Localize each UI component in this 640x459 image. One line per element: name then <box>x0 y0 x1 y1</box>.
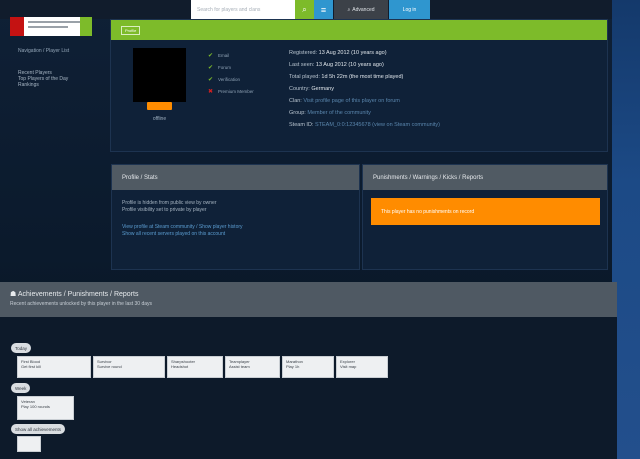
block-text: Profile is hidden from public view by ow… <box>122 200 217 206</box>
search-icon: ⌕ <box>302 4 307 14</box>
achievement-desc: Headshot <box>171 364 189 369</box>
achievement-desc: Play 1h <box>286 364 300 369</box>
block-header: Profile / Stats <box>112 165 359 190</box>
status-label: Email <box>218 52 230 58</box>
achievement-card[interactable]: Marathon Play 1h <box>282 356 334 378</box>
filter-pill-week[interactable]: Week <box>11 383 31 393</box>
check-icon: ✔ <box>208 76 214 83</box>
info-link[interactable]: STEAM_0:0:12345678 (view on Steam commun… <box>315 122 440 128</box>
info-label: Total played: <box>289 74 320 80</box>
status-item: ✔ Forum <box>208 61 278 73</box>
achievement-desc: Survive round <box>97 364 122 369</box>
sidebar-item[interactable]: Rankings <box>18 82 108 88</box>
check-icon: ✔ <box>208 64 214 71</box>
login-label: Log in <box>402 6 417 13</box>
sidebar: Navigation / Player List Recent Players … <box>18 48 108 88</box>
achievement-card[interactable]: Explorer Visit map <box>336 356 388 378</box>
info-row: Country: Germany <box>289 86 599 98</box>
info-row: Total played: 1d 5h 22m (the most time p… <box>289 74 599 86</box>
advanced-label: Advanced <box>352 6 375 13</box>
search-input[interactable] <box>191 0 295 19</box>
trophy-icon: ☗ <box>10 291 18 298</box>
status-item: ✔ Email <box>208 49 278 61</box>
profile-info-list: Registered: 13 Aug 2012 (10 years ago) L… <box>289 50 599 134</box>
profile-panel: Profile offline ✔ Email ✔ Forum ✔ Verifi… <box>110 19 608 152</box>
no-punishments-notice: This player has no punishments on record <box>371 198 600 225</box>
rank-badge <box>147 102 172 110</box>
advanced-search-button[interactable]: ⌕ Advanced <box>334 0 388 19</box>
info-label: Registered: <box>289 50 318 56</box>
achievement-card[interactable]: Teamplayer Assist team <box>225 356 280 378</box>
menu-button[interactable]: ≡ <box>314 0 333 19</box>
info-label: Group: <box>289 110 306 116</box>
achievement-desc: Visit map <box>340 364 357 369</box>
filter-pill-today[interactable]: Today <box>11 343 32 353</box>
info-label: Steam ID: <box>289 122 314 128</box>
achievements-section-body <box>0 317 617 459</box>
profile-stats-block: Profile / Stats Profile is hidden from p… <box>111 164 360 270</box>
search-icon: ⌕ <box>347 6 351 13</box>
profile-header-bar: Profile <box>111 20 607 40</box>
cross-icon: ✖ <box>208 88 214 95</box>
info-label: Clan: <box>289 98 302 104</box>
logo-line <box>28 21 86 23</box>
status-label: Forum <box>218 64 232 70</box>
info-value: Germany <box>311 86 334 92</box>
info-row: Steam ID: STEAM_0:0:12345678 (view on St… <box>289 122 599 134</box>
block-text: Profile visibility set to private by pla… <box>122 207 207 213</box>
search-button[interactable]: ⌕ <box>295 0 314 19</box>
status-item: ✖ Premium Member <box>208 85 278 97</box>
achievement-desc: Get first kill <box>21 364 41 369</box>
info-label: Country: <box>289 86 310 92</box>
achievement-desc: Assist team <box>229 364 250 369</box>
info-link[interactable]: Member of the community <box>307 110 371 116</box>
show-all-pill[interactable]: Show all achievements <box>11 424 66 434</box>
info-value: 13 Aug 2012 (10 years ago) <box>315 62 384 68</box>
site-logo[interactable] <box>10 17 90 36</box>
status-item: ✔ Verification <box>208 73 278 85</box>
section-title-text: Achievements / Punishments / Reports <box>17 291 139 298</box>
profile-tag: Profile <box>121 26 141 35</box>
block-link[interactable]: Show all recent servers played on this a… <box>122 231 349 238</box>
achievement-card[interactable]: Veteran Play 100 rounds <box>17 396 74 420</box>
achievement-card[interactable]: First Blood Get first kill <box>17 356 91 378</box>
achievement-card-small[interactable] <box>17 436 41 452</box>
info-value: 13 Aug 2012 (10 years ago) <box>318 50 387 56</box>
login-button[interactable]: Log in <box>389 0 430 19</box>
achievement-card[interactable]: Sharpshooter Headshot <box>167 356 223 378</box>
achievements-section-header: ☗ Achievements / Punishments / Reports R… <box>0 282 617 317</box>
block-body: Profile is hidden from public view by ow… <box>112 190 359 248</box>
logo-accent <box>80 17 92 36</box>
info-row: Group: Member of the community <box>289 110 599 122</box>
info-link[interactable]: Visit profile page of this player on for… <box>303 98 400 104</box>
block-link[interactable]: View profile at Steam community / Show p… <box>122 224 349 231</box>
logo-line <box>28 26 68 28</box>
section-title: ☗ Achievements / Punishments / Reports <box>10 290 607 298</box>
info-label: Last seen: <box>289 62 315 68</box>
check-icon: ✔ <box>208 52 214 59</box>
status-label: Verification <box>218 76 241 82</box>
verification-status-list: ✔ Email ✔ Forum ✔ Verification ✖ Premium… <box>208 49 278 97</box>
info-value: 1d 5h 22m (the most time played) <box>321 74 404 80</box>
avatar <box>133 48 186 102</box>
achievement-desc: Play 100 rounds <box>21 404 50 409</box>
achievement-card[interactable]: Survivor Survive round <box>93 356 165 378</box>
info-row: Clan: Visit profile page of this player … <box>289 98 599 110</box>
section-subtitle: Recent achievements unlocked by this pla… <box>10 301 153 307</box>
sidebar-title: Navigation / Player List <box>18 48 70 54</box>
block-header: Punishments / Warnings / Kicks / Reports <box>363 165 607 190</box>
menu-icon: ≡ <box>320 4 327 15</box>
punishments-block: Punishments / Warnings / Kicks / Reports… <box>362 164 608 270</box>
info-row: Registered: 13 Aug 2012 (10 years ago) <box>289 50 599 62</box>
info-row: Last seen: 13 Aug 2012 (10 years ago) <box>289 62 599 74</box>
avatar-caption: offline <box>152 116 167 122</box>
status-label: Premium Member <box>218 88 254 94</box>
